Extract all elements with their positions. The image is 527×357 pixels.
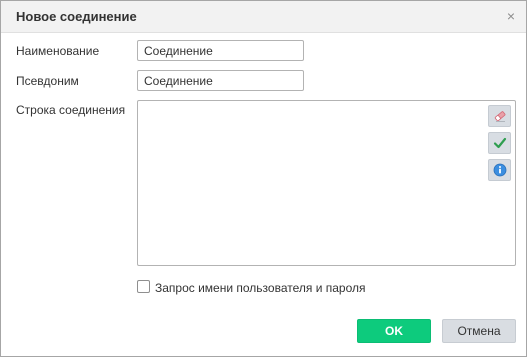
credentials-prompt-label[interactable]: Запрос имени пользователя и пароля (155, 281, 366, 295)
checkmark-icon (493, 137, 506, 149)
dialog-title: Новое соединение (16, 9, 137, 24)
name-input[interactable] (137, 40, 304, 61)
alias-label: Псевдоним (16, 74, 79, 88)
cancel-button[interactable]: Отмена (442, 319, 516, 343)
ok-button[interactable]: OK (357, 319, 431, 343)
name-label: Наименование (16, 44, 100, 58)
eraser-icon (494, 111, 505, 122)
dialog-titlebar: Новое соединение × (1, 1, 526, 33)
credentials-prompt-checkbox[interactable] (137, 280, 150, 293)
info-button[interactable] (488, 159, 511, 181)
new-connection-dialog: Новое соединение × Наименование Псевдони… (0, 0, 527, 357)
connection-string-input[interactable] (137, 100, 516, 266)
connection-string-label: Строка соединения (16, 103, 126, 117)
validate-button[interactable] (488, 132, 511, 154)
clear-button[interactable] (488, 105, 511, 127)
close-icon[interactable]: × (503, 8, 519, 24)
alias-input[interactable] (137, 70, 304, 91)
info-icon (493, 163, 506, 177)
